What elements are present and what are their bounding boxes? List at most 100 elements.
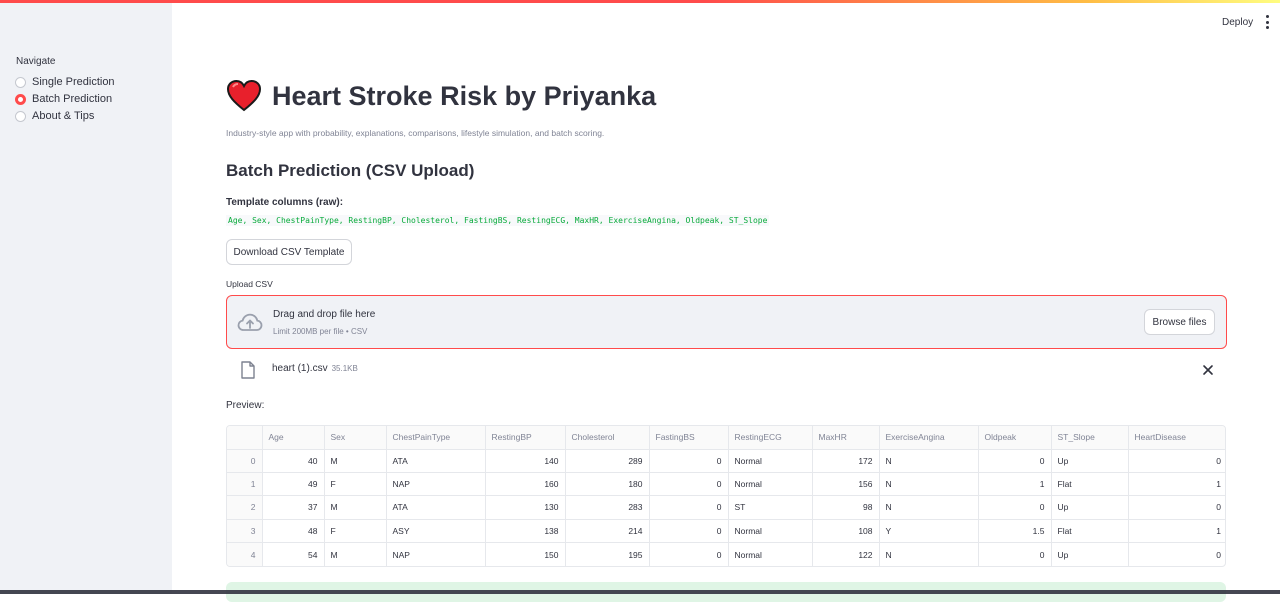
table-cell[interactable]: 156	[812, 472, 880, 497]
table-cell[interactable]: 0	[649, 495, 729, 520]
table-cell[interactable]: 130	[485, 495, 566, 520]
radio-unchecked-icon[interactable]	[15, 110, 26, 122]
table-cell[interactable]: 214	[565, 519, 650, 544]
table-cell[interactable]: 37	[262, 495, 325, 520]
column-header[interactable]: Oldpeak	[978, 426, 1052, 450]
file-name-text: heart (1).csv	[272, 363, 328, 374]
radio-checked-icon[interactable]	[15, 93, 26, 105]
table-cell[interactable]: Up	[1051, 495, 1129, 520]
kebab-menu-icon[interactable]	[1262, 15, 1272, 29]
table-cell[interactable]: 48	[262, 519, 325, 544]
table-cell[interactable]: 40	[262, 449, 325, 473]
table-cell[interactable]: 0	[1128, 449, 1225, 473]
sidebar-item-single-prediction[interactable]: Single Prediction	[15, 76, 115, 88]
sidebar-nav-title: Navigate	[16, 56, 56, 67]
table-cell[interactable]: 108	[812, 519, 880, 544]
table-cell[interactable]: N	[879, 542, 979, 566]
deploy-button[interactable]: Deploy	[1216, 14, 1259, 31]
table-cell[interactable]: N	[879, 449, 979, 473]
column-header[interactable]: ChestPainType	[386, 426, 486, 450]
table-cell[interactable]: F	[324, 472, 387, 497]
column-header	[227, 426, 263, 450]
row-index-cell: 2	[227, 495, 263, 520]
sidebar-item-batch-prediction[interactable]: Batch Prediction	[15, 93, 112, 105]
table-cell[interactable]: Up	[1051, 542, 1129, 566]
preview-table[interactable]: Age Sex ChestPainType RestingBP Choleste…	[226, 425, 1226, 567]
browse-files-button[interactable]: Browse files	[1144, 309, 1215, 335]
column-header[interactable]: Age	[262, 426, 325, 450]
table-cell[interactable]: 122	[812, 542, 880, 566]
table-cell[interactable]: 140	[485, 449, 566, 473]
table-cell[interactable]: 0	[649, 472, 729, 497]
table-cell[interactable]: Flat	[1051, 472, 1129, 497]
column-header[interactable]: RestingECG	[728, 426, 813, 450]
section-title: Batch Prediction (CSV Upload)	[226, 161, 475, 180]
table-cell[interactable]: 180	[565, 472, 650, 497]
table-cell[interactable]: 138	[485, 519, 566, 544]
table-cell[interactable]: 1	[1128, 519, 1225, 544]
table-cell[interactable]: Normal	[728, 449, 813, 473]
column-header[interactable]: ExerciseAngina	[879, 426, 979, 450]
column-header[interactable]: Cholesterol	[565, 426, 650, 450]
table-cell[interactable]: Normal	[728, 542, 813, 566]
table-cell[interactable]: 172	[812, 449, 880, 473]
column-header[interactable]: ST_Slope	[1051, 426, 1129, 450]
sidebar-item-about-tips[interactable]: About & Tips	[15, 110, 94, 122]
table-cell[interactable]: 1	[1128, 472, 1225, 497]
table-cell[interactable]: M	[324, 495, 387, 520]
radio-unchecked-icon[interactable]	[15, 76, 26, 88]
table-cell[interactable]: 0	[649, 449, 729, 473]
table-cell[interactable]: 54	[262, 542, 325, 566]
table-cell[interactable]: NAP	[386, 542, 486, 566]
table-cell[interactable]: NAP	[386, 472, 486, 497]
table-cell[interactable]: 283	[565, 495, 650, 520]
table-row: 3 48 F ASY 138 214 0 Normal 108 Y 1.5 Flat 1	[227, 519, 1225, 544]
table-row: 0 40 M ATA 140 289 0 Normal 172 N 0 Up 0	[227, 449, 1225, 473]
table-cell[interactable]: ST	[728, 495, 813, 520]
table-cell[interactable]: 49	[262, 472, 325, 497]
table-cell[interactable]: Flat	[1051, 519, 1129, 544]
table-cell[interactable]: 195	[565, 542, 650, 566]
table-cell[interactable]: 0	[1128, 543, 1225, 566]
table-cell[interactable]: Up	[1051, 449, 1129, 473]
sidebar: Navigate Single Prediction Batch Predict…	[0, 0, 172, 594]
page-title: Heart Stroke Risk by Priyanka	[226, 80, 656, 112]
file-dropzone[interactable]: Drag and drop file here Limit 200MB per …	[226, 295, 1227, 349]
column-header[interactable]: HeartDisease	[1128, 426, 1225, 450]
table-cell[interactable]: 150	[485, 542, 566, 566]
table-cell[interactable]: Y	[879, 519, 979, 544]
table-cell[interactable]: 0	[649, 542, 729, 566]
bottom-scrollbar[interactable]	[0, 590, 1280, 594]
download-template-button[interactable]: Download CSV Template	[226, 239, 352, 265]
table-cell[interactable]: 0	[978, 495, 1052, 520]
table-cell[interactable]: 1.5	[978, 519, 1052, 544]
table-cell[interactable]: 0	[978, 449, 1052, 473]
column-header[interactable]: Sex	[324, 426, 387, 450]
column-header[interactable]: RestingBP	[485, 426, 566, 450]
table-cell[interactable]: N	[879, 495, 979, 520]
row-index-cell: 0	[227, 449, 263, 473]
table-cell[interactable]: ATA	[386, 495, 486, 520]
table-cell[interactable]: 0	[649, 519, 729, 544]
column-header[interactable]: FastingBS	[649, 426, 729, 450]
table-cell[interactable]: 0	[1128, 495, 1225, 520]
table-cell[interactable]: F	[324, 519, 387, 544]
table-row: 1 49 F NAP 160 180 0 Normal 156 N 1 Flat 1	[227, 472, 1225, 497]
table-cell[interactable]: 289	[565, 449, 650, 473]
table-cell[interactable]: 1	[978, 472, 1052, 497]
column-header[interactable]: MaxHR	[812, 426, 880, 450]
table-cell[interactable]: 98	[812, 495, 880, 520]
template-columns-label: Template columns (raw):	[226, 197, 344, 208]
table-cell[interactable]: N	[879, 472, 979, 497]
table-cell[interactable]: ATA	[386, 449, 486, 473]
table-cell[interactable]: 0	[978, 542, 1052, 566]
table-cell[interactable]: Normal	[728, 472, 813, 497]
template-columns-code: Age, Sex, ChestPainType, RestingBP, Chol…	[226, 215, 770, 226]
heart-emoji-icon	[226, 80, 262, 112]
table-cell[interactable]: M	[324, 449, 387, 473]
close-icon[interactable]	[1202, 364, 1214, 376]
table-cell[interactable]: ASY	[386, 519, 486, 544]
table-cell[interactable]: 160	[485, 472, 566, 497]
table-cell[interactable]: Normal	[728, 519, 813, 544]
table-cell[interactable]: M	[324, 542, 387, 566]
